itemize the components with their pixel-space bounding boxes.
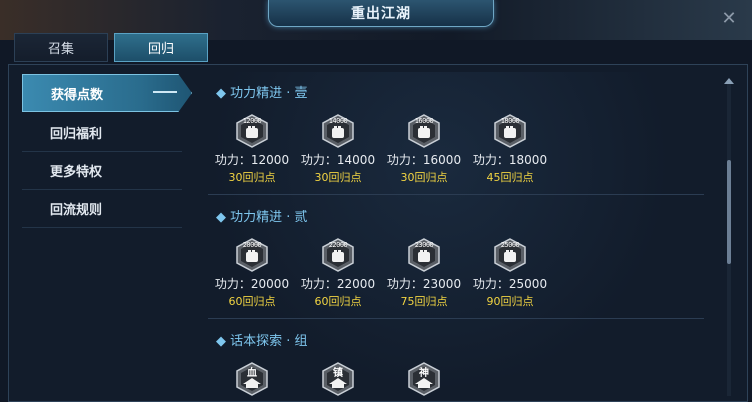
section-divider — [208, 318, 704, 319]
power-requirement: 功力：16000 — [386, 153, 462, 167]
badge-character: 血 — [247, 368, 257, 379]
reward-points: 30回归点 — [314, 171, 362, 184]
window-title: 重出江湖 — [351, 6, 411, 22]
reward-item[interactable]: 22000 功力：22000 60回归点 — [296, 238, 380, 309]
arrow-indicator-icon — [153, 91, 177, 93]
sidebar-item-label: 回归福利 — [50, 127, 103, 142]
fist-shield-icon: 25000 — [493, 238, 527, 272]
reward-points: 60回归点 — [314, 295, 362, 308]
badge-number: 12000 — [242, 117, 262, 125]
sidebar-item-privileges[interactable]: 更多特权 — [22, 152, 182, 190]
badge-character: 镇 — [333, 368, 343, 379]
badge-number: 23000 — [414, 241, 434, 249]
sidebar: 获得点数 回归福利 更多特权 回流规则 — [14, 70, 196, 400]
close-icon[interactable]: ✕ — [720, 10, 738, 28]
sidebar-item-label: 获得点数 — [51, 87, 104, 103]
badge-number: 20000 — [242, 241, 262, 249]
sidebar-item-points[interactable]: 获得点数 — [22, 74, 192, 112]
tab-return[interactable]: 回归 — [114, 33, 208, 62]
section-title: ◆ 话本探索 · 组 — [216, 334, 308, 349]
fist-shield-icon: 18000 — [493, 114, 527, 148]
sidebar-item-welfare[interactable]: 回归福利 — [22, 114, 182, 152]
section-title: ◆ 功力精进 · 贰 — [216, 210, 308, 225]
fist-shield-icon: 23000 — [407, 238, 441, 272]
badge-number: 18000 — [500, 117, 520, 125]
power-requirement: 功力：14000 — [300, 153, 376, 167]
reward-item[interactable]: 18000 功力：18000 45回归点 — [468, 114, 552, 185]
badge-number: 22000 — [328, 241, 348, 249]
power-requirement: 功力：22000 — [300, 277, 376, 291]
fist-shield-icon: 12000 — [235, 114, 269, 148]
fist-shield-icon: 16000 — [407, 114, 441, 148]
fist-shield-icon: 20000 — [235, 238, 269, 272]
pavilion-shield-icon: 神 — [407, 362, 441, 396]
badge-number: 25000 — [500, 241, 520, 249]
reward-item[interactable]: 12000 功力：12000 30回归点 — [210, 114, 294, 185]
scrollbar-thumb[interactable] — [727, 160, 731, 264]
window-title-bar: 重出江湖 — [268, 0, 494, 27]
badge-number: 14000 — [328, 117, 348, 125]
power-requirement: 功力：18000 — [472, 153, 548, 167]
reward-item[interactable]: 20000 功力：20000 60回归点 — [210, 238, 294, 309]
pavilion-shield-icon: 镇 — [321, 362, 355, 396]
content-panel: ◆ 功力精进 · 壹 12000 功力：12000 30回归点 14000 功力… — [200, 72, 736, 400]
badge-number: 16000 — [414, 117, 434, 125]
tab-label: 回归 — [147, 42, 174, 57]
fist-shield-icon: 22000 — [321, 238, 355, 272]
power-requirement: 功力：20000 — [214, 277, 290, 291]
section-divider — [208, 194, 704, 195]
tab-label: 召集 — [47, 42, 74, 57]
badge-character: 神 — [419, 368, 429, 379]
power-requirement: 功力：25000 — [472, 277, 548, 291]
reward-points: 30回归点 — [400, 171, 448, 184]
reward-points: 75回归点 — [400, 295, 448, 308]
reward-item[interactable]: 16000 功力：16000 30回归点 — [382, 114, 466, 185]
fist-shield-icon: 14000 — [321, 114, 355, 148]
power-requirement: 功力：12000 — [214, 153, 290, 167]
reward-item[interactable]: 25000 功力：25000 90回归点 — [468, 238, 552, 309]
pavilion-shield-icon: 血 — [235, 362, 269, 396]
scene-item[interactable]: 血 — [210, 362, 294, 396]
reward-points: 45回归点 — [486, 171, 534, 184]
sidebar-item-label: 回流规则 — [50, 203, 103, 218]
reward-points: 60回归点 — [228, 295, 276, 308]
power-requirement: 功力：23000 — [386, 277, 462, 291]
tab-summon[interactable]: 召集 — [14, 33, 108, 62]
reward-item[interactable]: 14000 功力：14000 30回归点 — [296, 114, 380, 185]
scene-item[interactable]: 神 — [382, 362, 466, 396]
reward-points: 30回归点 — [228, 171, 276, 184]
sidebar-item-rules[interactable]: 回流规则 — [22, 190, 182, 228]
section-title: ◆ 功力精进 · 壹 — [216, 86, 308, 101]
reward-item[interactable]: 23000 功力：23000 75回归点 — [382, 238, 466, 309]
scroll-up-icon[interactable] — [724, 78, 734, 84]
scene-item[interactable]: 镇 — [296, 362, 380, 396]
sidebar-item-label: 更多特权 — [50, 165, 103, 180]
reward-points: 90回归点 — [486, 295, 534, 308]
